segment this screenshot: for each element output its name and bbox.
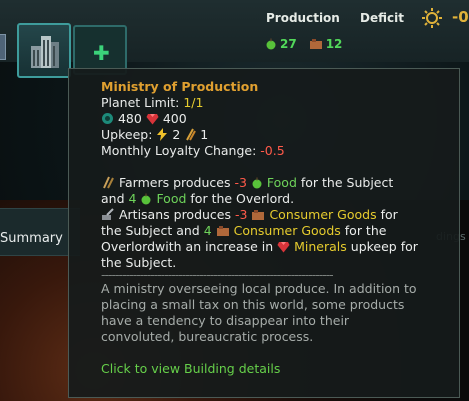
artisans-text-6: upkeep for [350, 239, 418, 254]
artisans-resource-3: Minerals [294, 239, 347, 254]
artisans-value-2: 4 [203, 223, 212, 238]
artisans-line-1: Artisans produces -3 Consumer Goods for [101, 207, 445, 223]
description-line-1: A ministry overseeing local produce. In … [101, 281, 417, 296]
planet-limit-value: 1/1 [183, 95, 204, 110]
upkeep-row: Upkeep: 2 1 [101, 127, 445, 143]
artisans-resource-2: Consumer Goods [233, 223, 341, 238]
wheat-icon [186, 128, 197, 141]
upkeep-label: Upkeep: [101, 127, 153, 142]
view-building-details-link[interactable]: Click to view Building details [101, 361, 445, 377]
farmers-resource-1: Food [266, 175, 297, 190]
artisans-text-5: Overlordwith an increase in [101, 239, 274, 254]
deficit-header: Deficit [360, 11, 404, 25]
description-line-2: placing a small tax on this world, some … [101, 297, 405, 312]
production-resources: 27 12 [265, 37, 342, 51]
green-apple-icon [252, 177, 262, 189]
ministry-building-icon [31, 36, 59, 68]
farmers-text-2: for the Subject [300, 175, 394, 190]
farmers-text-1: Farmers produces [118, 175, 231, 190]
cost-minerals: 400 [162, 111, 187, 126]
loyalty-value: -0.5 [260, 143, 285, 158]
planet-limit-label: Planet Limit: [101, 95, 180, 110]
farmers-line-2: and 4 Food for the Overlord. [101, 191, 445, 207]
artisans-resource-1: Consumer Goods [269, 207, 377, 222]
energy-bolt-icon [157, 128, 168, 141]
plus-icon: ✚ [93, 41, 110, 65]
description-line-4: convoluted, bureaucratic process. [101, 329, 314, 344]
artisans-text-1: Artisans produces [118, 207, 232, 222]
cost-row: 480 400 [101, 111, 445, 127]
loyalty-label: Monthly Loyalty Change: [101, 143, 257, 158]
consumer-goods-value: 12 [325, 37, 343, 51]
building-tooltip: Ministry of Production Planet Limit: 1/1… [68, 68, 460, 398]
sun-icon [422, 8, 442, 28]
production-header: Production [266, 11, 340, 25]
artisans-text-3: the Subject and [101, 223, 200, 238]
artisans-line-2: the Subject and 4 Consumer Goods for the [101, 223, 445, 239]
artisans-text-2: for [380, 207, 398, 222]
consumer-goods-crate-icon [252, 210, 265, 220]
deficit-value: -0 [452, 8, 469, 26]
farmers-value-2: 4 [128, 191, 137, 206]
tooltip-title: Ministry of Production [101, 79, 259, 94]
consumer-goods-crate-icon [216, 226, 229, 236]
green-apple-icon [266, 38, 276, 50]
cost-alloys: 480 [117, 111, 142, 126]
planet-limit-row: Planet Limit: 1/1 [101, 95, 445, 111]
farmers-text-4: for the Overlord. [190, 191, 295, 206]
farmers-resource-2: Food [156, 191, 187, 206]
building-slot-partial[interactable] [0, 34, 6, 60]
upkeep-energy: 2 [172, 127, 181, 142]
farmers-line-1: Farmers produces -3 Food for the Subject [101, 175, 445, 191]
artisans-value-1: -3 [235, 207, 248, 222]
minerals-gem-icon [277, 242, 290, 253]
tooltip-divider: ----------------------------------------… [101, 271, 334, 281]
building-slot-ministry[interactable] [17, 23, 71, 78]
alloys-gear-icon [102, 113, 113, 124]
minerals-gem-icon [146, 114, 159, 125]
artisans-line-4: the Subject. [101, 255, 177, 270]
farmer-wheat-icon [103, 176, 114, 189]
loyalty-row: Monthly Loyalty Change: -0.5 [101, 143, 445, 159]
upkeep-food: 1 [200, 127, 209, 142]
farmers-text-3: and [101, 191, 125, 206]
consumer-goods-crate-icon [309, 39, 322, 49]
summary-tab-label[interactable]: Summary [0, 231, 63, 246]
artisans-line-3: Overlordwith an increase in Minerals upk… [101, 239, 445, 255]
food-value: 27 [280, 37, 297, 51]
description-line-3: have a tendency to disappear into their [101, 313, 350, 328]
artisan-icon [102, 208, 114, 220]
green-apple-icon [141, 193, 151, 205]
artisans-text-4: for the [344, 223, 387, 238]
farmers-value-1: -3 [234, 175, 247, 190]
